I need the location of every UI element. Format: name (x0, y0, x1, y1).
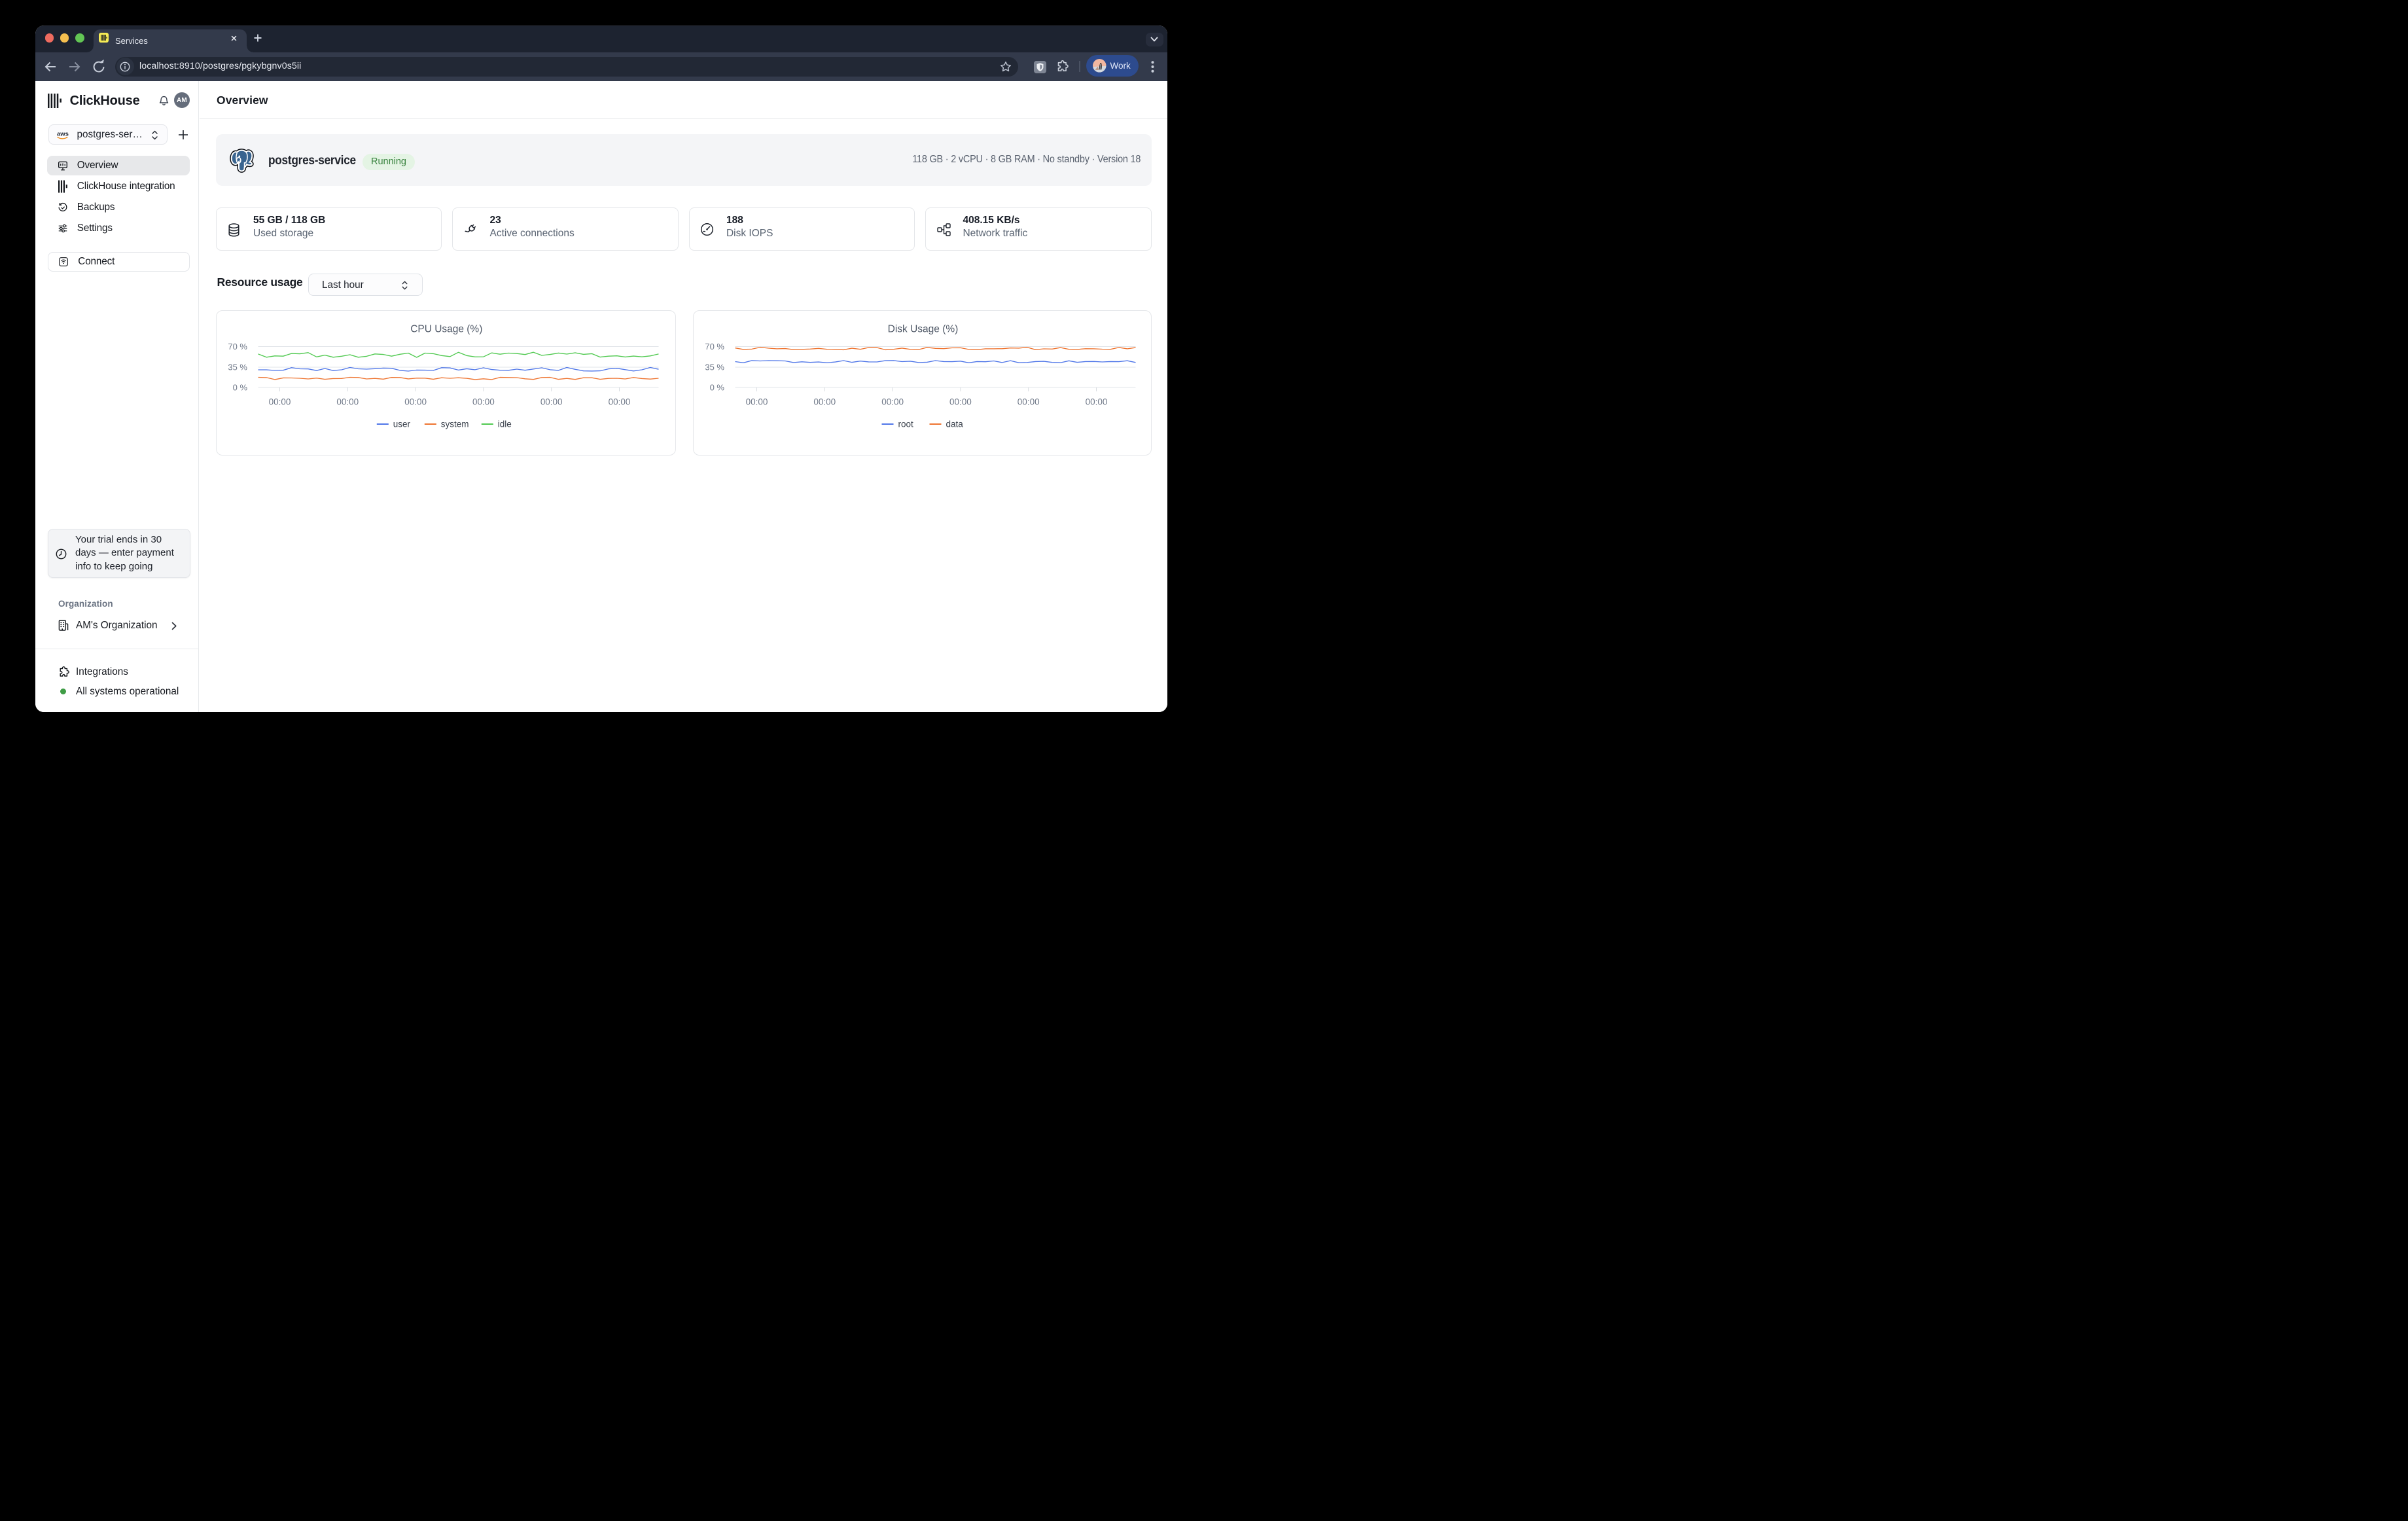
svg-text:70 %: 70 % (228, 342, 247, 351)
svg-text:0 %: 0 % (233, 382, 248, 392)
svg-text:Disk Usage (%): Disk Usage (%) (888, 324, 959, 335)
svg-text:00:00: 00:00 (540, 397, 563, 406)
svg-text:00:00: 00:00 (609, 397, 631, 406)
svg-text:35 %: 35 % (705, 363, 724, 372)
svg-text:data: data (946, 420, 963, 429)
svg-text:00:00: 00:00 (472, 397, 495, 406)
svg-text:00:00: 00:00 (269, 397, 291, 406)
svg-text:0 %: 0 % (709, 383, 724, 393)
svg-text:system: system (441, 419, 469, 429)
svg-text:user: user (393, 419, 411, 429)
svg-text:00:00: 00:00 (745, 397, 768, 407)
svg-text:00:00: 00:00 (1085, 397, 1107, 407)
svg-text:00:00: 00:00 (1018, 397, 1040, 407)
svg-text:00:00: 00:00 (881, 397, 904, 407)
svg-text:00:00: 00:00 (813, 397, 836, 407)
svg-text:35 %: 35 % (228, 363, 247, 372)
svg-text:aws: aws (57, 131, 69, 138)
svg-text:CPU Usage (%): CPU Usage (%) (410, 324, 482, 335)
svg-text:70 %: 70 % (705, 342, 724, 351)
svg-text:idle: idle (498, 419, 512, 429)
svg-text:00:00: 00:00 (336, 397, 359, 406)
svg-text:00:00: 00:00 (404, 397, 427, 406)
svg-text:root: root (898, 420, 913, 429)
svg-text:00:00: 00:00 (949, 397, 972, 407)
